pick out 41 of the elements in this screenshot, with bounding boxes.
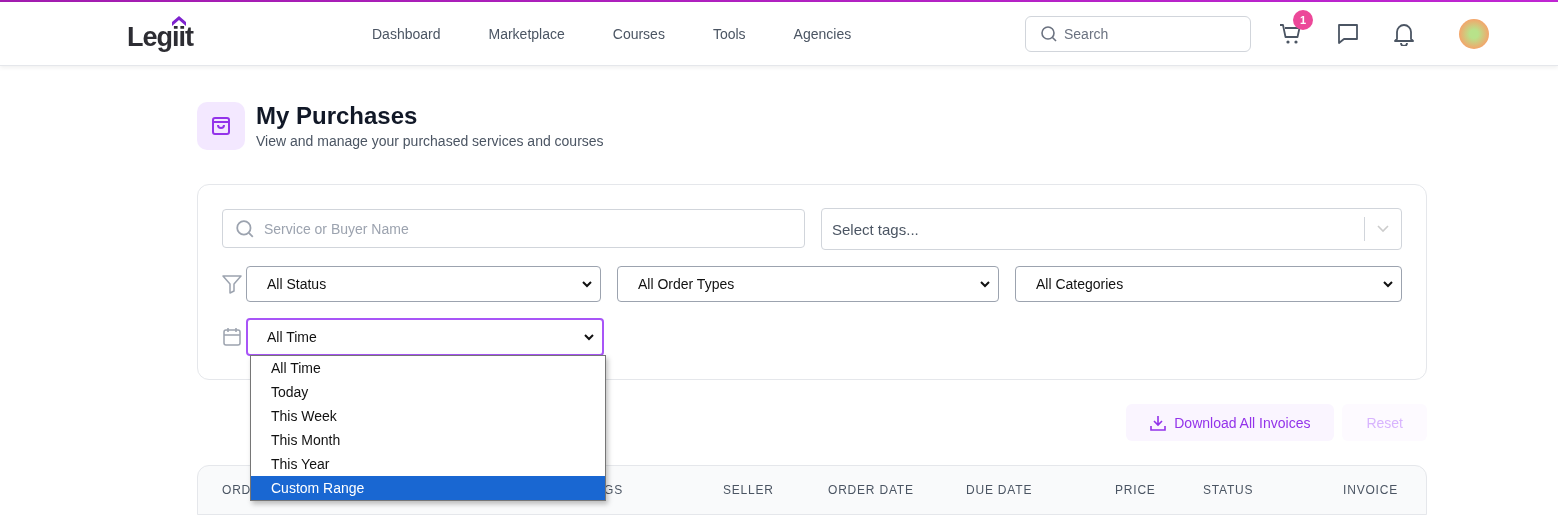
download-icon — [1150, 414, 1167, 431]
chevron-down-icon — [584, 333, 594, 341]
dropdown-option[interactable]: Custom Range — [251, 476, 605, 500]
nav-link[interactable]: Marketplace — [488, 25, 565, 42]
shopping-bag-icon — [197, 102, 245, 150]
search-icon — [1040, 24, 1058, 43]
filter-icon — [222, 274, 242, 294]
select-field[interactable]: All Order Types — [617, 266, 999, 302]
logo[interactable]: Legiit — [127, 15, 193, 52]
chevron-down-icon — [1383, 280, 1393, 288]
page-title: My Purchases — [256, 102, 419, 130]
column-header[interactable]: DUE DATE — [966, 483, 1115, 497]
column-header[interactable]: ORDER DATE — [828, 483, 966, 497]
nav-link[interactable]: Dashboard — [372, 25, 441, 42]
nav-link[interactable]: Tools — [712, 25, 746, 42]
chevron-down-icon — [582, 280, 592, 288]
dropdown-option[interactable]: All Time — [251, 356, 605, 380]
chat-icon[interactable] — [1337, 22, 1359, 45]
search-field[interactable]: Search — [1025, 15, 1251, 52]
column-header[interactable]: SELLER — [723, 483, 828, 497]
dropdown-option[interactable]: Today — [251, 380, 605, 404]
select-field[interactable]: All Categories — [1015, 266, 1402, 302]
cart-badge: 1 — [1293, 9, 1313, 30]
dropdown-option[interactable]: This Month — [251, 428, 605, 452]
date-select[interactable]: All Time — [246, 318, 604, 356]
chevron-down-icon — [980, 280, 990, 288]
nav-link[interactable]: Agencies — [793, 25, 852, 42]
download-button[interactable]: Download All Invoices — [1126, 404, 1335, 441]
calendar-icon — [222, 327, 242, 347]
select-field[interactable]: All Status — [246, 266, 601, 302]
nav-link[interactable]: Courses — [612, 25, 665, 42]
page-subtitle: View and manage your purchased services and courses — [256, 133, 604, 149]
column-header[interactable]: PRICE — [1115, 483, 1203, 497]
dropdown-option[interactable]: This Week — [251, 404, 605, 428]
tags-select[interactable]: Select tags... — [821, 208, 1402, 250]
dropdown-option[interactable]: This Year — [251, 452, 605, 476]
column-header[interactable]: INVOICE — [1343, 483, 1398, 497]
bell-icon[interactable] — [1393, 21, 1415, 46]
column-header[interactable]: STATUS — [1203, 483, 1344, 497]
chevron-down-icon — [1377, 225, 1389, 233]
search-icon — [235, 218, 255, 239]
